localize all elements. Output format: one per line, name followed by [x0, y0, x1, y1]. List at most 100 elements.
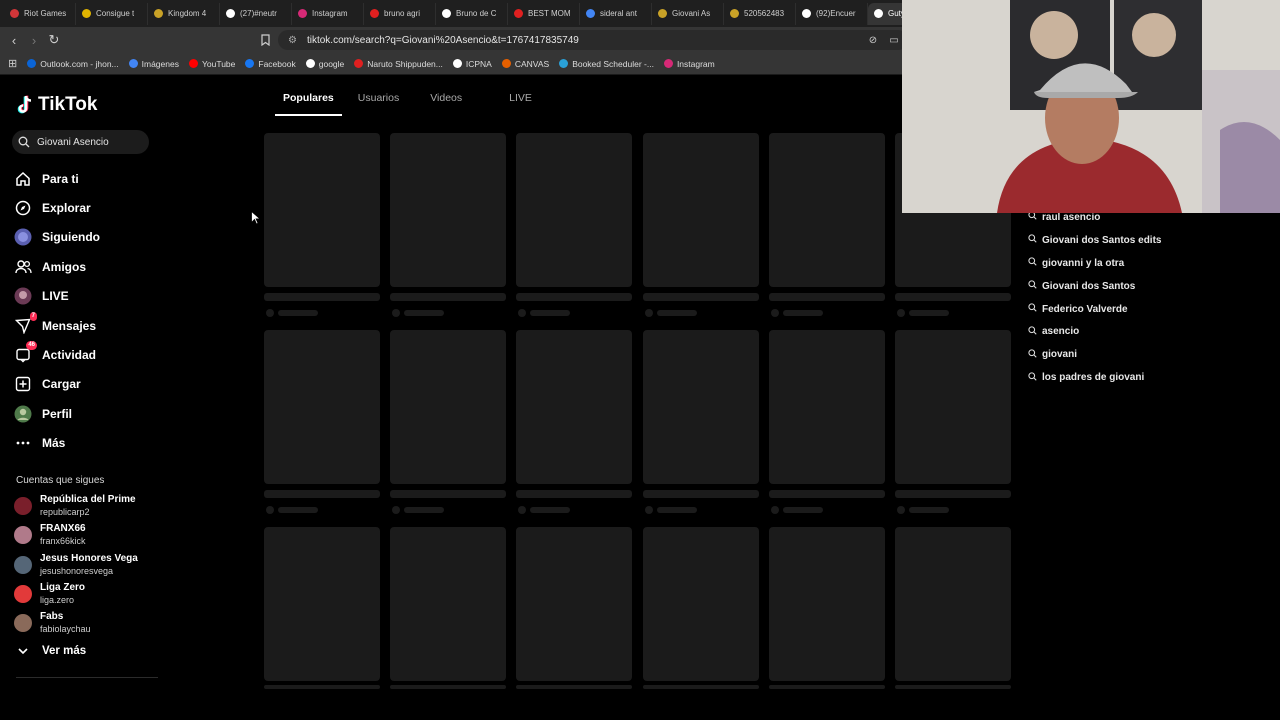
browser-tab[interactable]: (92)Encuer	[796, 2, 868, 25]
bookmark-item[interactable]: ICPNA	[452, 59, 492, 69]
bookmark-item[interactable]: google	[305, 59, 344, 69]
see-more-button[interactable]: Ver más	[18, 645, 86, 657]
cast-icon[interactable]: ▭	[884, 30, 904, 50]
home-icon	[14, 170, 32, 188]
search-input[interactable]: Giovani Asencio	[12, 130, 149, 154]
nav-item-perfil[interactable]: Perfil	[14, 399, 100, 428]
browser-tab[interactable]: BEST MOM	[508, 2, 580, 25]
nav-item-cargar[interactable]: Cargar	[14, 370, 100, 399]
followed-account[interactable]: Jesus Honores Vega jesushonoresvega	[14, 553, 138, 577]
bookmark-favicon-icon	[354, 59, 364, 68]
related-search-item[interactable]: los padres de giovani	[1028, 366, 1161, 389]
profile-icon	[14, 405, 32, 423]
username-placeholder	[278, 310, 318, 316]
avatar-placeholder	[392, 309, 401, 317]
video-card-placeholder	[642, 527, 759, 681]
back-icon[interactable]: ‹	[4, 30, 24, 50]
nav-item-actividad[interactable]: 46 Actividad	[14, 340, 100, 369]
browser-tab[interactable]: Instagram	[292, 2, 364, 25]
bookmark-favicon-icon	[27, 59, 37, 68]
account-name: Jesus Honores Vega	[40, 552, 138, 564]
account-handle: republicarp2	[40, 507, 90, 517]
chevron-down-icon	[18, 647, 28, 654]
nav-item-label: Perfil	[42, 406, 73, 421]
browser-tab[interactable]: Giovani As	[652, 2, 724, 25]
username-placeholder	[909, 507, 949, 513]
related-search-item[interactable]: Giovani dos Santos edits	[1028, 229, 1161, 252]
tab-populares[interactable]: Populares	[275, 92, 342, 116]
browser-tab-label: Giovani As	[672, 9, 711, 18]
bookmark-label: Instagram	[676, 58, 715, 69]
browser-tab-label: Bruno de C	[456, 9, 497, 18]
address-bar[interactable]: ⚙ tiktok.com/search?q=Giovani%20Asencio&…	[278, 30, 908, 50]
nav-item-más[interactable]: Más	[14, 429, 100, 458]
username-placeholder	[782, 310, 823, 316]
forward-icon[interactable]: ›	[24, 30, 44, 50]
activity-icon: 46	[14, 341, 37, 364]
search-icon	[1028, 372, 1037, 384]
followed-account[interactable]: Liga Zero liga.zero	[14, 582, 85, 606]
related-search-item[interactable]: asencio	[1028, 320, 1161, 343]
nav-item-para-ti[interactable]: Para ti	[14, 164, 100, 193]
video-card-placeholder	[516, 133, 633, 287]
followed-account[interactable]: FRANX66 franx66kick	[14, 523, 86, 547]
username-placeholder	[656, 507, 697, 513]
browser-tab[interactable]: Kingdom 4	[148, 2, 220, 25]
bookmark-item[interactable]: Imágenes	[128, 59, 179, 69]
nav-item-live[interactable]: LIVE	[14, 282, 100, 311]
bookmark-item[interactable]: Naruto Shippuden...	[354, 59, 443, 69]
followed-account[interactable]: República del Prime republicarp2	[14, 494, 136, 518]
site-info-icon[interactable]: ⚙	[288, 35, 297, 46]
search-value: Giovani Asencio	[37, 136, 109, 148]
reload-icon[interactable]: ↻	[44, 30, 64, 50]
video-card-placeholder	[516, 330, 633, 484]
video-card-placeholder	[895, 527, 1011, 681]
caption-placeholder	[642, 685, 759, 689]
browser-tab[interactable]: Bruno de C	[436, 2, 508, 25]
search-tabs: Populares Usuarios Videos LIVE	[275, 92, 540, 116]
caption-placeholder	[768, 293, 885, 301]
bookmark-label: CANVAS	[514, 58, 550, 69]
username-placeholder	[530, 507, 571, 513]
avatar-icon	[14, 228, 32, 246]
bookmark-item[interactable]: Facebook	[245, 59, 296, 69]
related-search-item[interactable]: giovani	[1028, 343, 1161, 366]
tiktok-logo[interactable]: TikTok	[16, 94, 97, 116]
browser-tab[interactable]: sideral ant	[580, 2, 652, 25]
related-search-item[interactable]: Federico Valverde	[1028, 298, 1161, 321]
bookmark-item[interactable]: Instagram	[663, 58, 715, 69]
followed-account[interactable]: Fabs fabiolaychau	[14, 611, 91, 635]
related-search-item[interactable]: giovanni y la otra	[1028, 252, 1161, 275]
tab-favicon-icon	[370, 9, 379, 18]
browser-tab[interactable]: (27)#neutr	[220, 2, 292, 25]
nav-item-amigos[interactable]: Amigos	[14, 252, 100, 281]
video-card-placeholder	[642, 133, 759, 287]
nav-item-siguiendo[interactable]: Siguiendo	[14, 223, 100, 252]
search-icon	[1028, 280, 1037, 292]
tab-favicon-icon	[874, 9, 883, 18]
nav-item-explorar[interactable]: Explorar	[14, 193, 100, 222]
bookmark-item[interactable]: Outlook.com - jhon...	[27, 59, 119, 69]
related-search-item[interactable]: Giovani dos Santos	[1028, 275, 1161, 298]
bookmark-star-icon[interactable]	[255, 30, 275, 50]
bookmark-item[interactable]: Booked Scheduler -...	[559, 59, 654, 69]
tab-live[interactable]: LIVE	[501, 92, 540, 116]
tab-videos[interactable]: Videos	[422, 92, 470, 116]
bookmark-item[interactable]: CANVAS	[501, 58, 550, 69]
browser-tab[interactable]: bruno agri	[364, 2, 436, 25]
account-text: Fabs fabiolaychau	[40, 611, 91, 635]
tab-usuarios[interactable]: Usuarios	[350, 92, 407, 116]
browser-tab[interactable]: 520562483	[724, 2, 796, 25]
avatar	[14, 555, 32, 574]
avatar-placeholder	[266, 506, 274, 514]
browser-tab[interactable]: Consigue t	[76, 2, 148, 25]
tab-favicon-icon	[586, 9, 595, 18]
tab-favicon-icon	[298, 9, 307, 18]
webcam-overlay	[902, 0, 1280, 213]
nav-item-mensajes[interactable]: 7 Mensajes	[14, 311, 100, 340]
browser-tab[interactable]: Riot Games	[4, 2, 76, 25]
bookmark-item[interactable]: YouTube	[188, 59, 235, 69]
apps-grid-icon[interactable]: ⊞	[8, 57, 17, 70]
related-search-label: asencio	[1042, 326, 1080, 338]
no-tracking-icon[interactable]: ⊘	[863, 30, 883, 50]
